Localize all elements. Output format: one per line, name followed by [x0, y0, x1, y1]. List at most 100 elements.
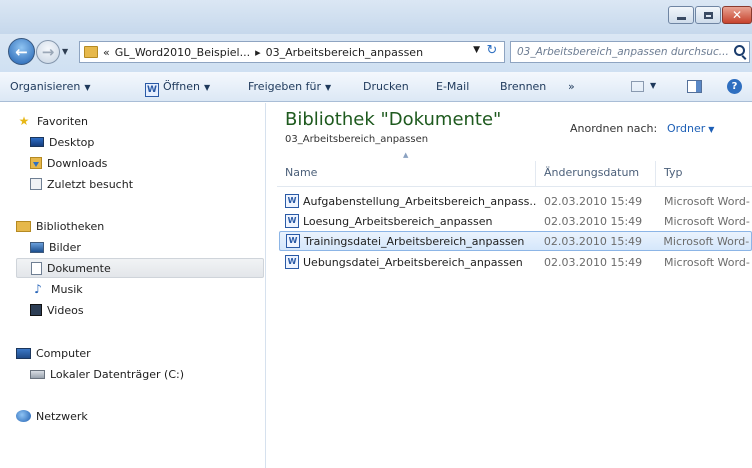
library-subtitle: 03_Arbeitsbereich_anpassen — [285, 134, 429, 145]
burn-button[interactable]: Brennen — [500, 80, 546, 93]
word-icon: W — [145, 83, 159, 97]
address-bar[interactable]: « GL_Word2010_Beispiel... ▸ 03_Arbeitsbe… — [79, 41, 505, 63]
nav-label: Dokumente — [47, 261, 111, 275]
sort-ascending-icon: ▲ — [403, 151, 409, 159]
column-header-date[interactable]: Änderungsdatum — [536, 161, 656, 186]
nav-label: Zuletzt besucht — [47, 177, 134, 191]
nav-desktop[interactable]: Desktop — [16, 132, 264, 152]
forward-button[interactable]: → — [36, 40, 60, 64]
arrange-by-dropdown[interactable]: Ordner ▼ — [667, 122, 714, 135]
view-options-icon[interactable] — [631, 81, 644, 92]
back-arrow-icon: ← — [15, 42, 28, 61]
arrange-by-label: Anordnen nach: — [570, 122, 658, 135]
file-row[interactable]: W Loesung_Arbeitsbereich_anpassen 02.03.2… — [279, 211, 752, 231]
chevron-down-icon: ▼ — [84, 83, 91, 92]
refresh-icon[interactable]: ↻ — [483, 43, 501, 61]
file-date: 02.03.2010 15:49 — [544, 214, 643, 228]
star-icon: ★ — [18, 114, 30, 128]
nav-label: Bibliotheken — [36, 219, 105, 233]
column-header-type[interactable]: Typ — [656, 161, 752, 186]
open-button[interactable]: W Öffnen ▼ — [145, 80, 210, 97]
pictures-icon — [30, 241, 44, 253]
nav-favorites[interactable]: ★ Favoriten — [16, 111, 264, 131]
preview-pane-icon[interactable] — [687, 80, 702, 93]
search-input[interactable]: 03_Arbeitsbereich_anpassen durchsuc... — [510, 41, 750, 63]
print-label: Drucken — [363, 80, 409, 93]
nav-label: Favoriten — [37, 114, 88, 128]
share-label: Freigeben für — [248, 80, 321, 93]
computer-icon — [16, 347, 31, 359]
library-title: Bibliothek "Dokumente" — [285, 109, 502, 130]
file-date: 02.03.2010 15:49 — [543, 234, 643, 248]
help-icon[interactable]: ? — [727, 79, 742, 94]
drive-icon — [30, 369, 45, 379]
print-button[interactable]: Drucken — [363, 80, 409, 93]
column-header-name[interactable]: Name — [277, 161, 536, 186]
nav-label: Videos — [47, 303, 84, 317]
window-controls: ✕ — [668, 6, 752, 24]
open-label: Öffnen — [163, 80, 200, 93]
nav-documents[interactable]: Dokumente — [16, 258, 264, 278]
music-icon: ♪ — [34, 282, 42, 296]
file-date: 02.03.2010 15:49 — [544, 194, 643, 208]
file-name: Loesung_Arbeitsbereich_anpassen — [303, 214, 493, 228]
word-document-icon: W — [285, 214, 299, 228]
word-document-icon: W — [286, 234, 300, 248]
file-type: Microsoft Word- — [664, 255, 750, 269]
breadcrumb-separator-icon[interactable]: ▸ — [255, 46, 261, 59]
file-row[interactable]: W Uebungsdatei_Arbeitsbereich_anpassen 02… — [279, 252, 752, 272]
breadcrumb-overflow[interactable]: « — [103, 46, 110, 59]
videos-icon — [30, 304, 42, 316]
nav-pictures[interactable]: Bilder — [16, 237, 264, 257]
organize-label: Organisieren — [10, 80, 81, 93]
chevron-down-icon: ▼ — [324, 83, 332, 92]
command-bar: Organisieren ▼ W Öffnen ▼ Freigeben für ▼ Dr… — [0, 72, 752, 102]
minimize-icon — [676, 16, 686, 20]
email-button[interactable]: E-Mail — [436, 80, 469, 93]
chevron-down-icon: ▼ — [708, 125, 715, 134]
recent-pages-dropdown[interactable]: ▼ — [62, 47, 68, 56]
back-button[interactable]: ← — [8, 38, 35, 65]
chevron-down-icon[interactable]: ▼ — [650, 81, 656, 90]
nav-music[interactable]: ♪ Musik — [16, 279, 264, 299]
close-button[interactable]: ✕ — [722, 6, 752, 24]
share-button[interactable]: Freigeben für ▼ — [248, 80, 331, 93]
search-icon[interactable] — [734, 45, 745, 56]
folder-icon — [84, 46, 98, 58]
address-row: ← → ▼ « GL_Word2010_Beispiel... ▸ 03_Arb… — [0, 34, 752, 72]
file-type: Microsoft Word- — [664, 194, 750, 208]
file-row-selected[interactable]: W Trainingsdatei_Arbeitsbereich_anpassen … — [279, 231, 752, 251]
nav-downloads[interactable]: Downloads — [16, 153, 264, 173]
address-dropdown-icon[interactable]: ▼ — [473, 45, 480, 55]
organize-button[interactable]: Organisieren ▼ — [10, 80, 90, 93]
nav-videos[interactable]: Videos — [16, 300, 264, 320]
nav-label: Bilder — [49, 240, 81, 254]
nav-label: Lokaler Datenträger (C:) — [50, 367, 185, 381]
maximize-button[interactable] — [695, 6, 721, 24]
file-type: Microsoft Word- — [664, 214, 750, 228]
recent-places-icon — [30, 178, 42, 190]
breadcrumb-item[interactable]: GL_Word2010_Beispiel... — [115, 46, 250, 59]
nav-libraries[interactable]: Bibliotheken — [16, 216, 264, 236]
file-name: Uebungsdatei_Arbeitsbereich_anpassen — [303, 255, 523, 269]
nav-computer[interactable]: Computer — [16, 343, 264, 363]
close-icon: ✕ — [731, 8, 743, 22]
word-document-icon: W — [285, 255, 299, 269]
nav-recent-places[interactable]: Zuletzt besucht — [16, 174, 264, 194]
email-label: E-Mail — [436, 80, 470, 93]
breadcrumb-item-current[interactable]: 03_Arbeitsbereich_anpassen — [266, 46, 423, 59]
file-name: Trainingsdatei_Arbeitsbereich_anpassen — [304, 234, 525, 248]
network-icon — [16, 410, 31, 422]
file-type: Microsoft Word- — [663, 234, 750, 248]
more-commands-button[interactable]: » — [568, 80, 575, 93]
navigation-pane: ★ Favoriten Desktop Downloads Zuletzt bes… — [0, 103, 266, 468]
nav-network[interactable]: Netzwerk — [16, 406, 264, 426]
title-bar: ✕ — [0, 0, 752, 34]
chevron-down-icon: ▼ — [203, 83, 211, 92]
word-document-icon: W — [285, 194, 299, 208]
file-row[interactable]: W Aufgabenstellung_Arbeitsbereich_anpass.… — [279, 191, 752, 211]
more-label: » — [568, 80, 575, 93]
downloads-icon — [30, 157, 42, 169]
nav-local-disk[interactable]: Lokaler Datenträger (C:) — [16, 364, 264, 384]
minimize-button[interactable] — [668, 6, 694, 24]
